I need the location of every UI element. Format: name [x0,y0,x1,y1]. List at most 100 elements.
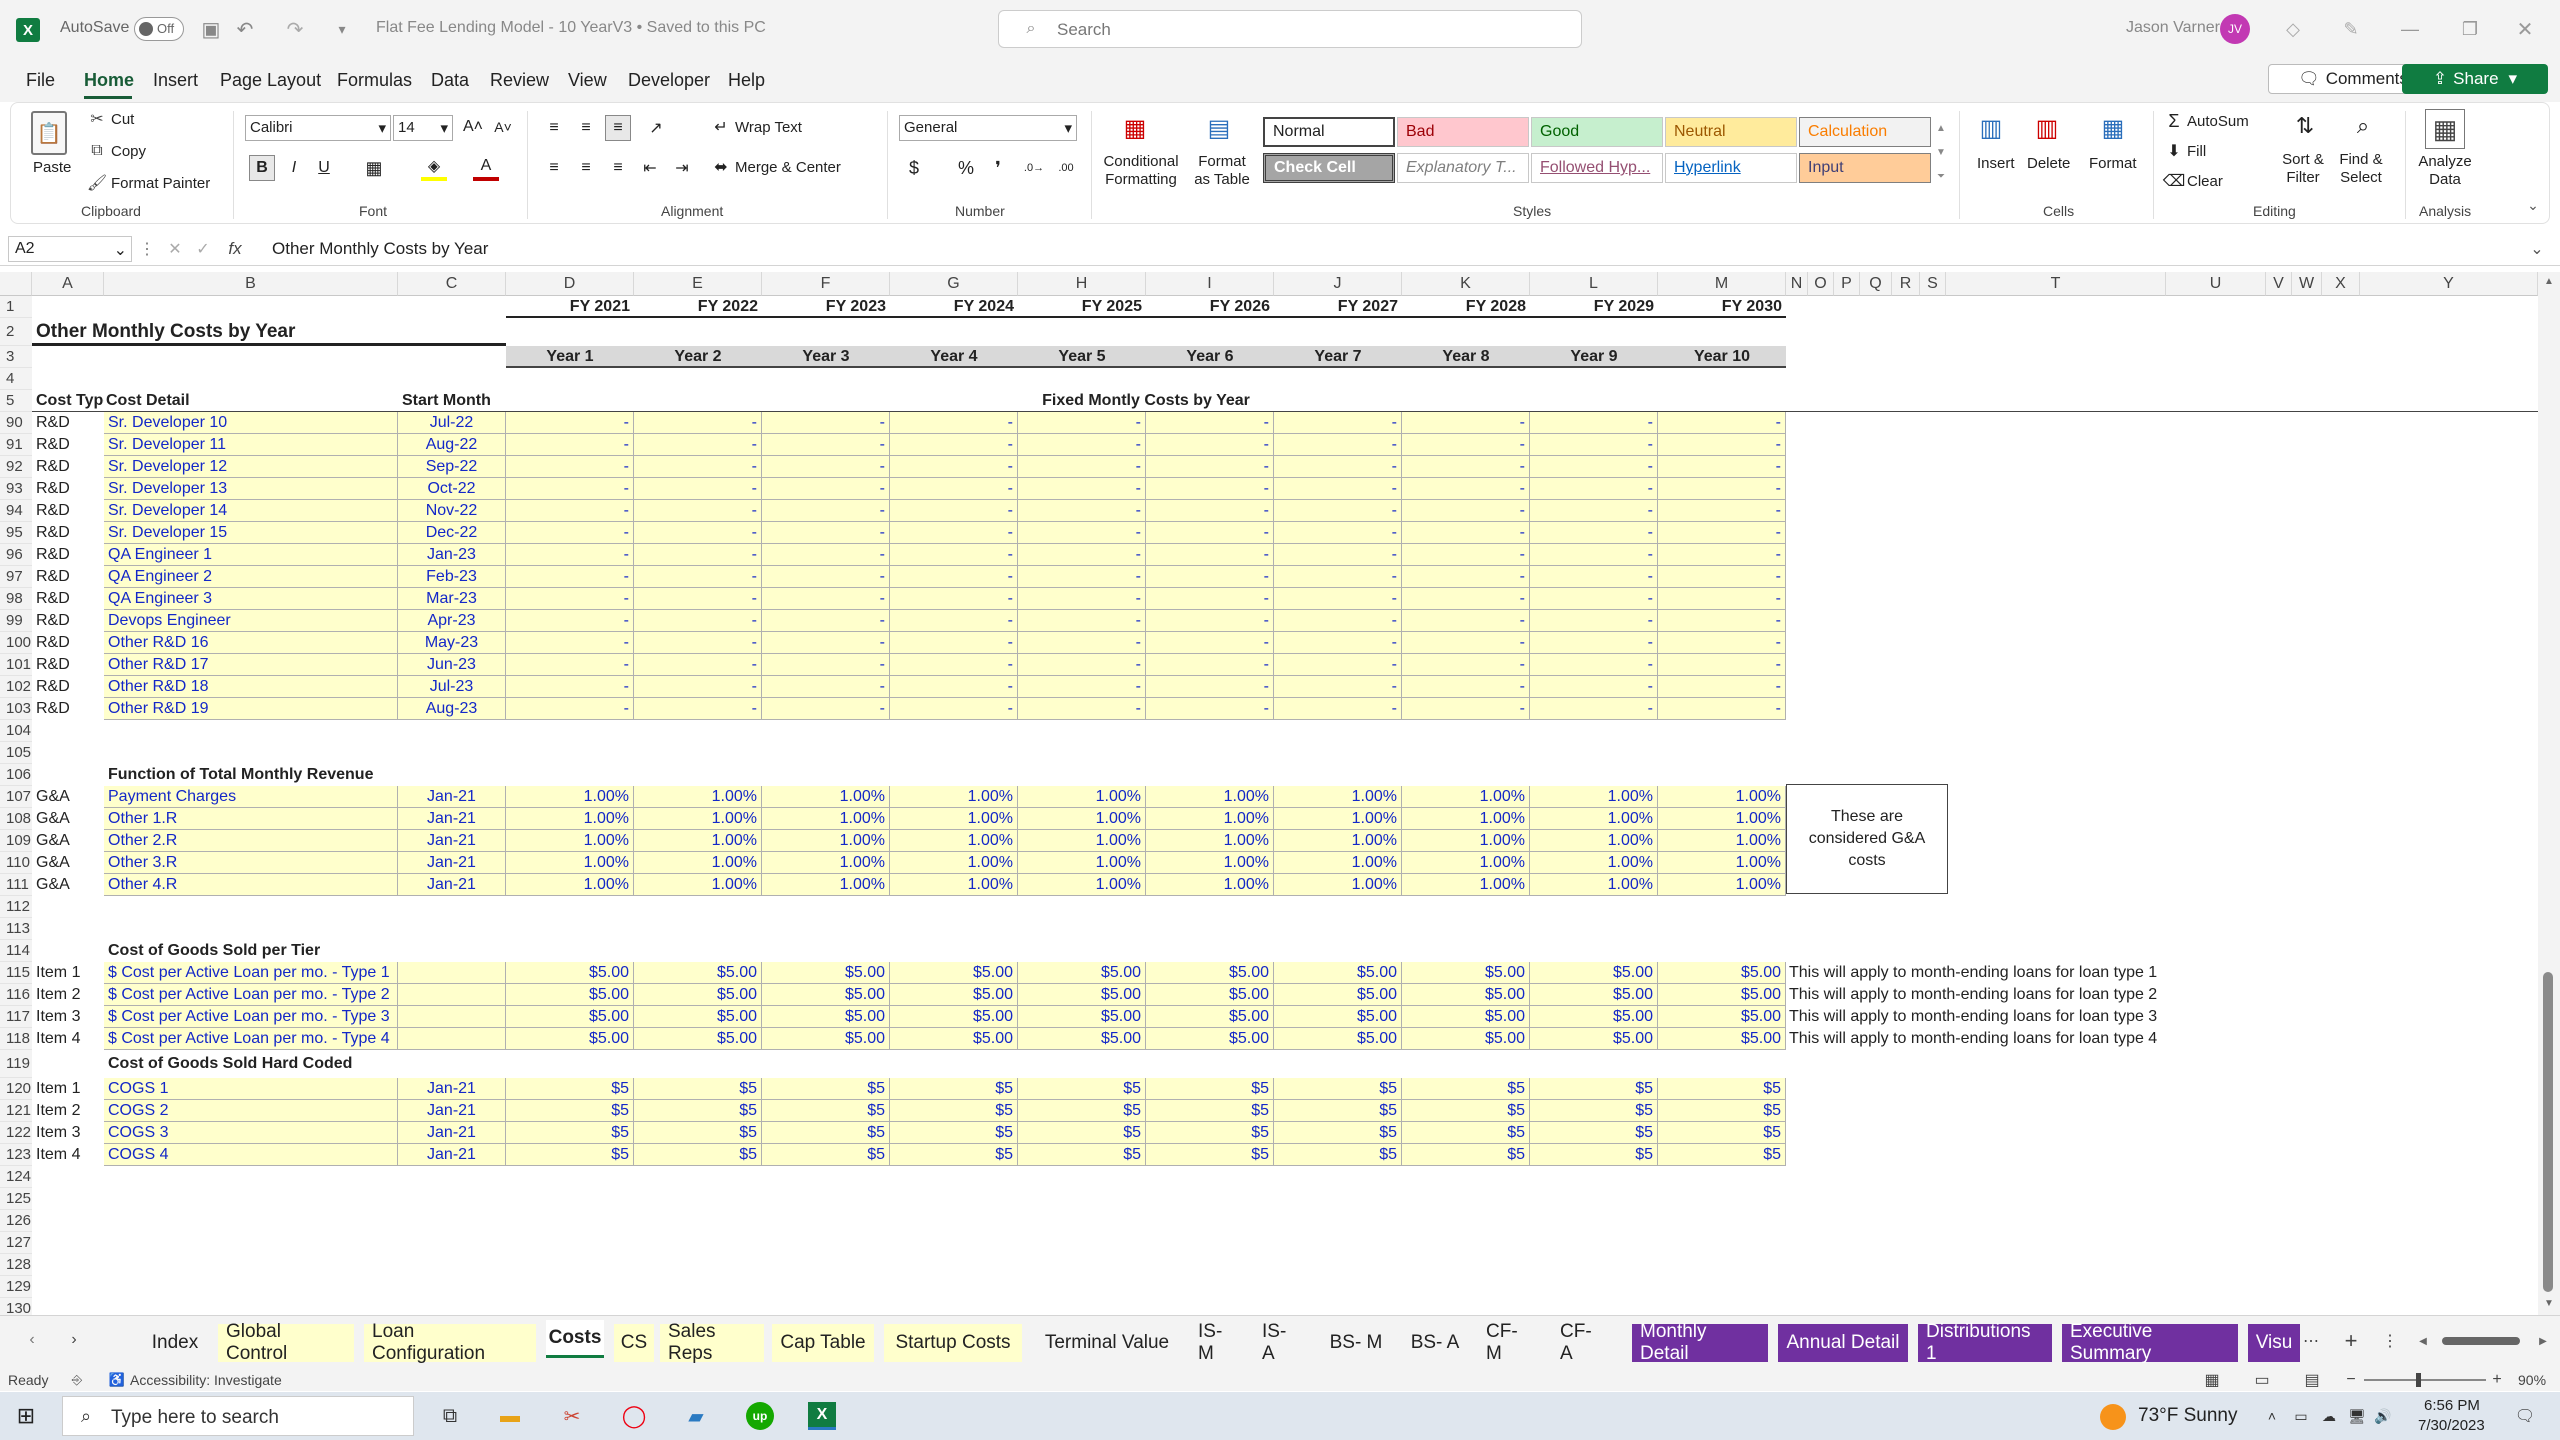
value-cell[interactable]: $5 [634,1122,762,1144]
sheet-tab[interactable]: Distributions 1 [1918,1321,2052,1364]
value-cell[interactable]: 1.00% [890,786,1018,808]
row-header[interactable]: 2 [0,318,32,346]
row-header[interactable]: 1 [0,296,32,318]
value-cell[interactable]: $5.00 [1274,1028,1402,1050]
value-cell[interactable]: - [1146,456,1274,478]
value-cell[interactable]: $5.00 [1018,984,1146,1006]
macro-icon[interactable]: ⎆ [68,1371,86,1389]
sheet-tab[interactable]: Startup Costs [884,1324,1022,1362]
value-cell[interactable]: - [1530,566,1658,588]
value-cell[interactable]: 1.00% [1658,808,1786,830]
value-cell[interactable]: $5 [762,1100,890,1122]
value-cell[interactable]: - [1018,676,1146,698]
fy-header[interactable]: FY 2024 [890,296,1018,318]
expand-formula-icon[interactable]: ⌄ [2526,238,2548,260]
start-month-cell[interactable]: Jan-21 [398,830,506,852]
value-cell[interactable]: 1.00% [1146,830,1274,852]
value-cell[interactable]: $5 [1018,1122,1146,1144]
row-header[interactable]: 107 [0,786,32,808]
value-cell[interactable]: - [762,698,890,720]
value-cell[interactable]: 1.00% [1146,808,1274,830]
zoom-in-icon[interactable]: + [2488,1369,2506,1391]
year-header[interactable]: Year 10 [1658,346,1786,368]
value-cell[interactable]: - [1658,544,1786,566]
value-cell[interactable]: - [762,654,890,676]
value-cell[interactable]: $5 [1402,1144,1530,1166]
value-cell[interactable]: $5.00 [890,962,1018,984]
value-cell[interactable]: - [762,412,890,434]
value-cell[interactable]: 1.00% [1530,808,1658,830]
styles-more-icon[interactable]: ⏷ [1933,165,1949,187]
close-icon[interactable]: ✕ [2505,16,2545,42]
sheet-tab[interactable]: Costs [546,1320,604,1358]
value-cell[interactable]: 1.00% [1402,786,1530,808]
column-header[interactable]: R [1892,272,1920,296]
redo-icon[interactable]: ↷ [282,16,308,42]
value-cell[interactable]: - [890,434,1018,456]
page-layout-view-icon[interactable]: ▭ [2250,1369,2274,1391]
cost-type-cell[interactable]: R&D [32,522,104,544]
column-header[interactable]: M [1658,272,1786,296]
value-cell[interactable]: - [1274,632,1402,654]
start-month-cell[interactable] [398,962,506,984]
value-cell[interactable]: - [1530,412,1658,434]
value-cell[interactable]: - [1402,610,1530,632]
decrease-indent-icon[interactable]: ⇤ [637,155,663,181]
value-cell[interactable]: $5 [506,1144,634,1166]
value-cell[interactable]: - [506,522,634,544]
column-header[interactable]: K [1402,272,1530,296]
value-cell[interactable]: $5.00 [762,962,890,984]
column-header[interactable]: F [762,272,890,296]
row-header[interactable]: 99 [0,610,32,632]
row-header[interactable]: 106 [0,764,32,786]
value-cell[interactable]: - [1274,588,1402,610]
value-cell[interactable]: - [1658,676,1786,698]
cost-type-cell[interactable]: R&D [32,456,104,478]
value-cell[interactable]: $5 [634,1100,762,1122]
value-cell[interactable]: 1.00% [890,830,1018,852]
orientation-icon[interactable]: ↗ [641,115,671,141]
insert-cells-button[interactable]: Insert [1977,155,2015,172]
cost-type-cell[interactable]: G&A [32,852,104,874]
cost-detail-cell[interactable]: $ Cost per Active Loan per mo. - Type 4 [104,1028,398,1050]
row-header[interactable]: 114 [0,940,32,962]
column-header[interactable]: N [1786,272,1808,296]
cost-detail-header[interactable]: Cost Detail [104,390,398,412]
clear-button[interactable]: Clear [2187,173,2223,190]
value-cell[interactable]: - [634,522,762,544]
value-cell[interactable]: - [1658,500,1786,522]
cost-type-cell[interactable]: Item 3 [32,1122,104,1144]
row-header[interactable]: 94 [0,500,32,522]
decrease-font-icon[interactable]: A˅ [491,115,515,139]
value-cell[interactable]: - [634,500,762,522]
value-cell[interactable]: $5 [1146,1100,1274,1122]
value-cell[interactable]: - [1402,478,1530,500]
cost-type-cell[interactable]: G&A [32,808,104,830]
value-cell[interactable]: $5 [1530,1078,1658,1100]
value-cell[interactable]: 1.00% [1018,852,1146,874]
bold-icon[interactable]: B [249,155,275,181]
value-cell[interactable]: - [506,632,634,654]
snipping-tool-icon[interactable]: ✂ [558,1402,586,1430]
sheet-title[interactable]: Other Monthly Costs by Year [32,318,506,346]
value-cell[interactable]: - [506,456,634,478]
menu-formulas[interactable]: Formulas [337,70,412,91]
value-cell[interactable]: - [506,698,634,720]
value-cell[interactable]: - [1274,434,1402,456]
value-cell[interactable]: - [890,654,1018,676]
value-cell[interactable]: - [1146,500,1274,522]
sheet-tab[interactable]: Index [142,1324,208,1362]
menu-review[interactable]: Review [490,70,549,91]
cost-detail-cell[interactable]: $ Cost per Active Loan per mo. - Type 1 [104,962,398,984]
value-cell[interactable]: - [1530,544,1658,566]
start-month-cell[interactable] [398,984,506,1006]
loan-type-note[interactable]: This will apply to month-ending loans fo… [1786,1006,2206,1028]
value-cell[interactable]: $5.00 [762,1028,890,1050]
fy-header[interactable]: FY 2023 [762,296,890,318]
row-header[interactable]: 90 [0,412,32,434]
row-header[interactable]: 119 [0,1050,32,1078]
row-header[interactable]: 103 [0,698,32,720]
cost-type-cell[interactable]: G&A [32,874,104,896]
value-cell[interactable]: - [1146,522,1274,544]
value-cell[interactable]: 1.00% [1146,786,1274,808]
